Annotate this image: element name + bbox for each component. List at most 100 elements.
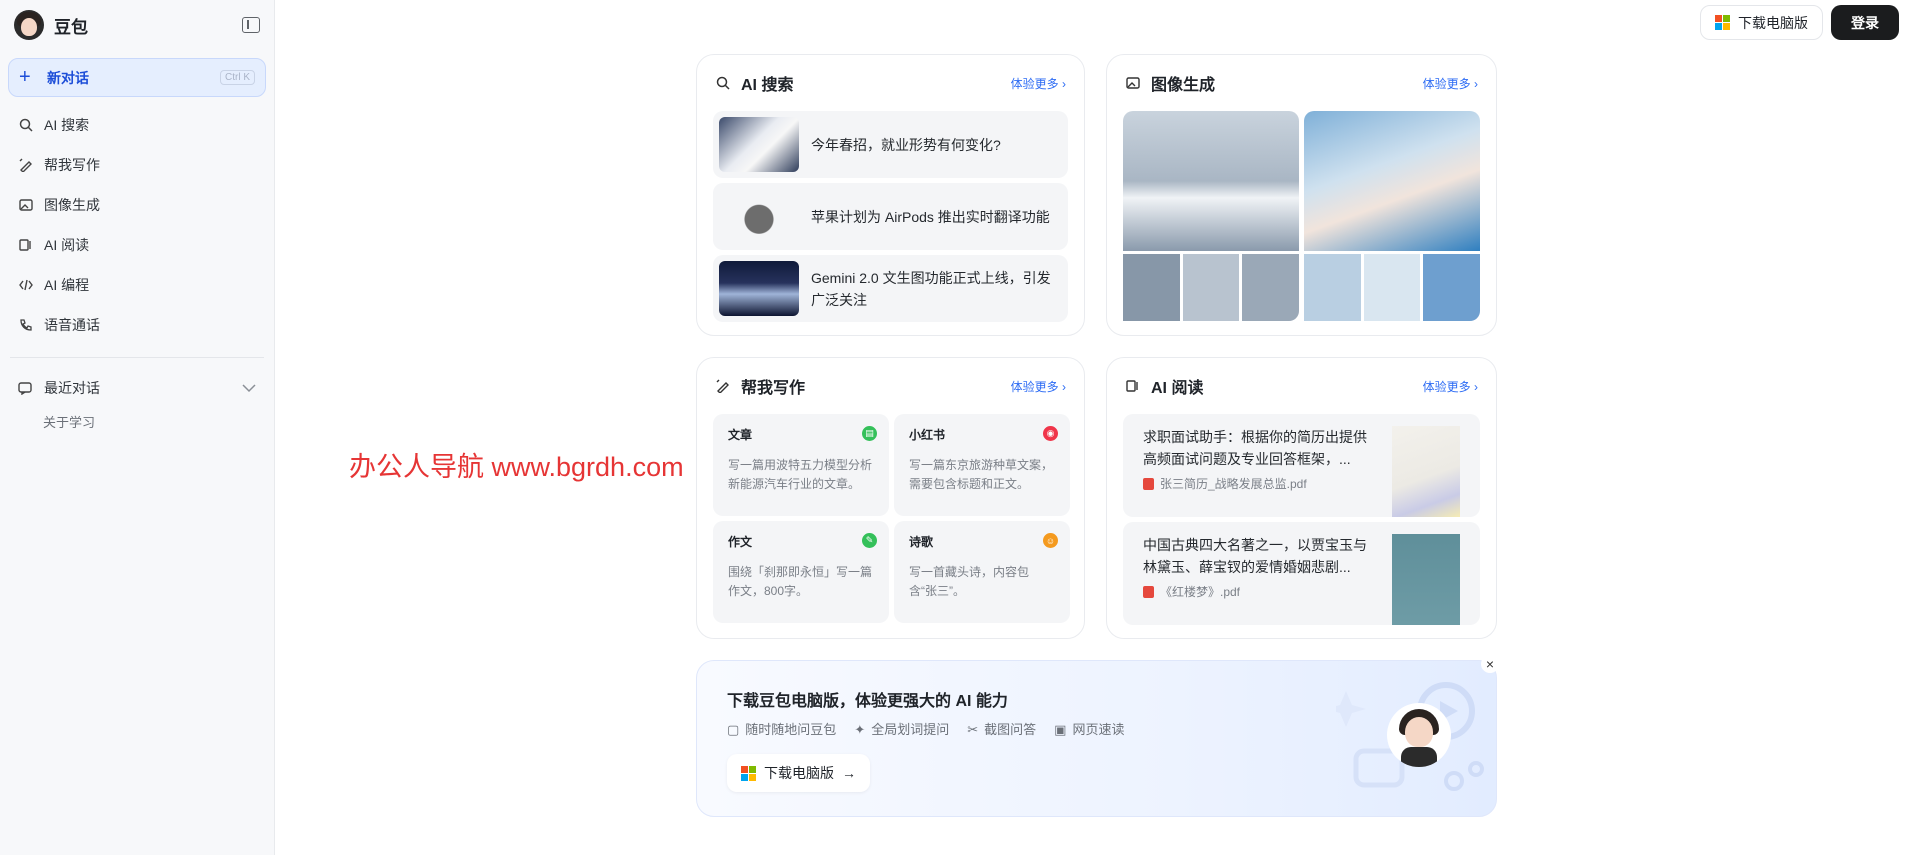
code-icon (18, 277, 34, 293)
more-link[interactable]: 体验更多 › (1423, 378, 1478, 395)
windows-icon (1715, 15, 1730, 30)
news-title: 今年春招，就业形势有何变化? (811, 136, 1001, 153)
arrow-right-icon: → (842, 765, 856, 781)
writing-template-xiaohongshu[interactable]: 小红书 ◉ 写一篇东京旅游种草文案，需要包含标题和正文。 (894, 414, 1070, 516)
template-desc: 围绕「刹那即永恒」写一篇作文，800字。 (728, 565, 873, 598)
feature-label: 截图问答 (984, 722, 1037, 737)
more-link[interactable]: 体验更多 › (1423, 75, 1478, 92)
sidebar-toggle-icon[interactable] (242, 17, 260, 33)
reading-summary: 中国古典四大名著之一，以贾宝玉与林黛玉、薛宝钗的爱情婚姻悲剧... (1143, 537, 1367, 575)
top-actions: 下载电脑版 登录 (1700, 5, 1899, 40)
file-name: 《红楼梦》.pdf (1160, 585, 1241, 599)
watermark-text: 办公人导航 www.bgrdh.com (349, 452, 684, 482)
shortcut-hint: Ctrl K (220, 70, 255, 85)
card-title: AI 搜索 (741, 77, 794, 94)
chat-bubble-icon (18, 381, 34, 395)
news-thumbnail (719, 189, 799, 244)
article-badge-icon: ▤ (862, 426, 877, 441)
more-link[interactable]: 体验更多 › (1011, 75, 1066, 92)
sidebar-item-reading[interactable]: AI 阅读 (0, 225, 274, 265)
scissors-icon: ✂ (967, 722, 979, 737)
sidebar: 豆包 + 新对话 Ctrl K AI 搜索 帮我写作 图像生成 AI 阅读 AI… (0, 0, 275, 855)
card-header: AI 阅读 体验更多 › (1107, 358, 1496, 414)
writing-template-essay[interactable]: 作文 ✎ 围绕「刹那即永恒」写一篇作文，800字。 (713, 521, 889, 623)
sparkle-icon: ✦ (854, 722, 866, 737)
login-button[interactable]: 登录 (1831, 5, 1899, 40)
news-item[interactable]: 苹果计划为 AirPods 推出实时翻译功能 (713, 183, 1068, 250)
brand-name: 豆包 (54, 17, 88, 37)
banner-close-button[interactable]: × (1481, 655, 1499, 673)
template-desc: 写一首藏头诗，内容包含“张三”。 (909, 565, 1030, 598)
doubao-mascot (1387, 703, 1451, 767)
pen-icon (715, 378, 731, 394)
search-icon (715, 75, 731, 91)
chat-bubble-icon: ▢ (727, 722, 740, 737)
sidebar-item-image[interactable]: 图像生成 (0, 185, 274, 225)
image-large (1123, 111, 1299, 251)
sidebar-item-label: 帮我写作 (44, 157, 100, 173)
sidebar-item-voice[interactable]: 语音通话 (0, 305, 274, 345)
recent-chats-label: 最近对话 (44, 380, 100, 396)
banner-feature: ▢ 随时随地问豆包 (727, 719, 836, 738)
card-title: 图像生成 (1151, 77, 1216, 94)
card-header: 图像生成 体验更多 › (1107, 55, 1496, 111)
download-desktop-button[interactable]: 下载电脑版 (1700, 5, 1823, 40)
download-banner: 下载豆包电脑版，体验更强大的 AI 能力 ▢ 随时随地问豆包 ✦ 全局划词提问 ✂ 截… (696, 660, 1497, 817)
poem-badge-icon: ☺ (1043, 533, 1058, 548)
image-thumb (1123, 254, 1180, 321)
resume-thumbnail (1392, 426, 1460, 517)
sidebar-item-label: 语音通话 (44, 317, 100, 333)
recent-chat-item[interactable]: 关于学习 (0, 406, 274, 431)
image-thumb (1363, 254, 1421, 321)
card-header: AI 搜索 体验更多 › (697, 55, 1084, 111)
news-title: 苹果计划为 AirPods 推出实时翻译功能 (811, 208, 1050, 225)
plus-icon: + (19, 66, 31, 88)
image-set-portrait[interactable] (1304, 111, 1480, 321)
ai-search-card: AI 搜索 体验更多 › 今年春招，就业形势有何变化? 苹果计划为 AirPod… (696, 54, 1085, 336)
news-item[interactable]: Gemini 2.0 文生图功能正式上线，引发广泛关注 (713, 255, 1068, 322)
recent-chats-toggle[interactable]: 最近对话 (0, 370, 274, 406)
windows-icon (741, 765, 756, 781)
book-icon (1125, 378, 1141, 394)
new-chat-label: 新对话 (47, 69, 89, 86)
image-set-plum[interactable] (1123, 111, 1299, 321)
sidebar-nav: AI 搜索 帮我写作 图像生成 AI 阅读 AI 编程 语音通话 (0, 105, 274, 345)
doubao-avatar[interactable] (14, 10, 44, 40)
banner-feature: ✂ 截图问答 (967, 719, 1036, 738)
pen-icon (18, 157, 34, 173)
image-thumb (1423, 254, 1480, 321)
download-label: 下载电脑版 (1738, 14, 1808, 31)
xiaohongshu-badge-icon: ◉ (1043, 426, 1058, 441)
document-icon: ▣ (1054, 722, 1067, 737)
feature-label: 网页速读 (1072, 722, 1125, 737)
new-chat-button[interactable]: + 新对话 Ctrl K (8, 58, 266, 97)
reading-item[interactable]: 中国古典四大名著之一，以贾宝玉与林黛玉、薛宝钗的爱情婚姻悲剧... 《红楼梦》.… (1123, 522, 1480, 625)
reading-summary: 求职面试助手：根据你的简历出提供高频面试问题及专业回答框架，... (1143, 429, 1367, 467)
more-link[interactable]: 体验更多 › (1011, 378, 1066, 395)
banner-download-button[interactable]: 下载电脑版 → (727, 754, 870, 792)
image-icon (18, 197, 34, 213)
image-gen-card: 图像生成 体验更多 › (1106, 54, 1497, 336)
image-thumb (1242, 254, 1299, 321)
sidebar-item-coding[interactable]: AI 编程 (0, 265, 274, 305)
image-thumb (1182, 254, 1240, 321)
template-title: 作文 (728, 535, 753, 549)
template-title: 文章 (728, 428, 753, 442)
chevron-down-icon (242, 380, 256, 396)
news-item[interactable]: 今年春招，就业形势有何变化? (713, 111, 1068, 178)
sidebar-item-label: 图像生成 (44, 197, 100, 213)
template-desc: 写一篇用波特五力模型分析新能源汽车行业的文章。 (728, 458, 873, 491)
feature-label: 随时随地问豆包 (745, 722, 837, 737)
sidebar-item-ai-search[interactable]: AI 搜索 (0, 105, 274, 145)
image-thumb (1304, 254, 1361, 321)
image-grid (1123, 111, 1480, 321)
reading-item[interactable]: 求职面试助手：根据你的简历出提供高频面试问题及专业回答框架，... 张三简历_战… (1123, 414, 1480, 517)
card-title: AI 阅读 (1151, 380, 1204, 397)
sidebar-item-writing[interactable]: 帮我写作 (0, 145, 274, 185)
pdf-icon (1143, 477, 1154, 490)
book-cover-thumbnail (1392, 534, 1460, 625)
writing-template-article[interactable]: 文章 ▤ 写一篇用波特五力模型分析新能源汽车行业的文章。 (713, 414, 889, 516)
image-large (1304, 111, 1480, 251)
sidebar-item-label: AI 编程 (44, 277, 90, 293)
writing-template-poem[interactable]: 诗歌 ☺ 写一首藏头诗，内容包含“张三”。 (894, 521, 1070, 623)
